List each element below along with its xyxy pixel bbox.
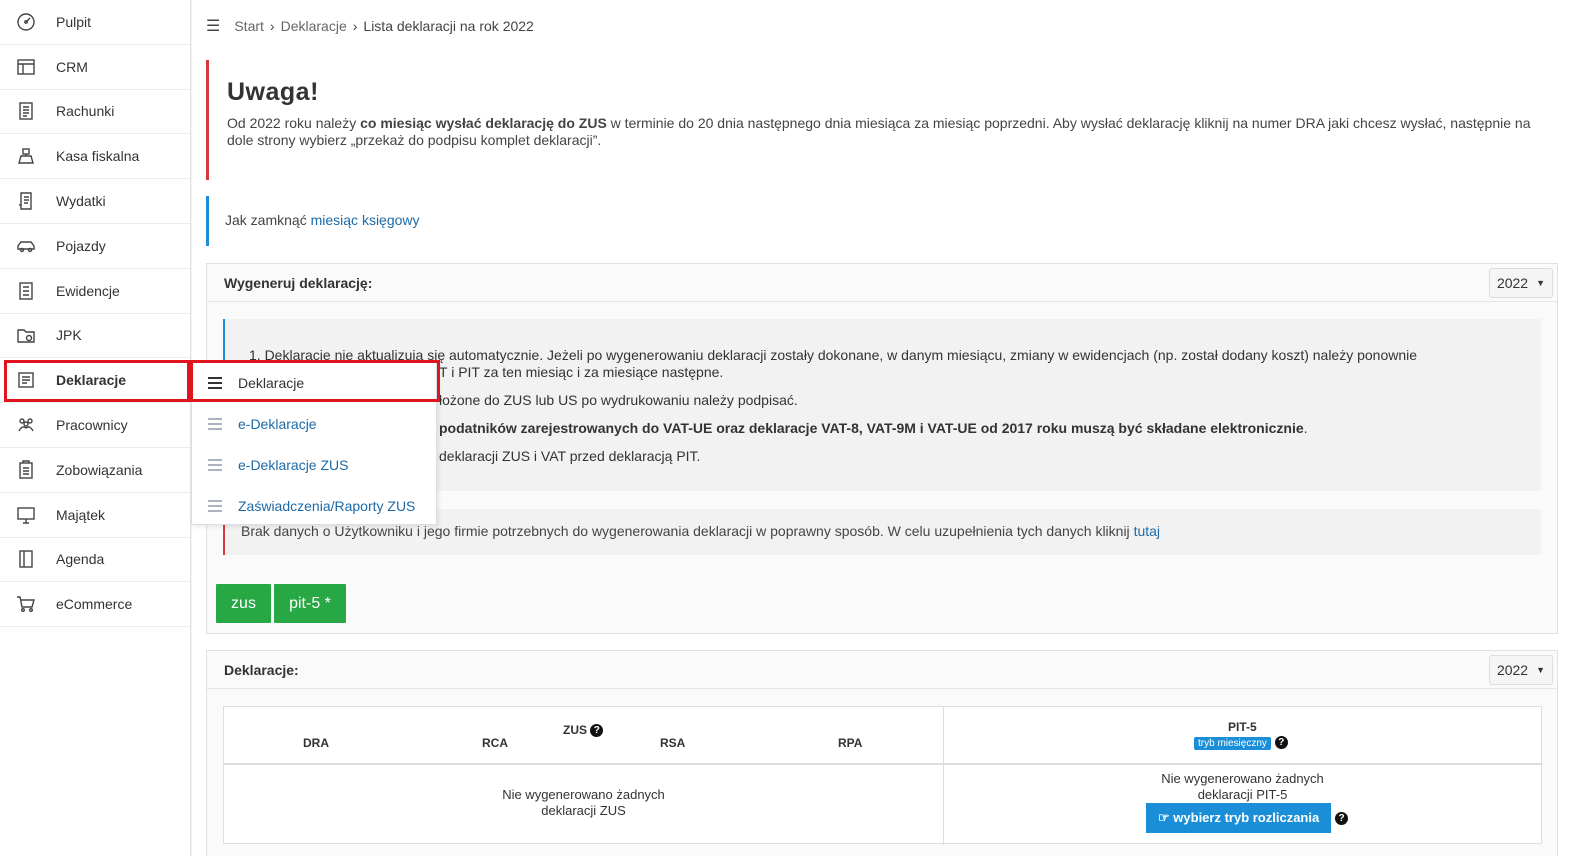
zus-header: ZUS ? bbox=[563, 723, 604, 738]
sidebar-item-label: Pulpit bbox=[56, 13, 92, 30]
sidebar-item-label: Pojazdy bbox=[56, 237, 106, 254]
note-1-continued: T i PIT za ten miesiąc i za miesiące nas… bbox=[439, 364, 724, 380]
sidebar-item-pulpit[interactable]: Pulpit bbox=[0, 0, 190, 45]
people-icon bbox=[0, 415, 52, 435]
caret-down-icon: ▼ bbox=[1536, 277, 1546, 288]
col-rpa: RPA bbox=[838, 736, 863, 750]
sidebar-item-label: CRM bbox=[56, 58, 88, 75]
declarations-table: ZUS ? DRA RCA RSA RPA PIT-5 tryb miesięc… bbox=[223, 706, 1542, 845]
sidebar-item-wydatki[interactable]: Wydatki bbox=[0, 179, 190, 224]
zus-empty-text: Nie wygenerowano żadnych deklaracji ZUS bbox=[502, 787, 665, 818]
warning-alert: Uwaga! Od 2022 roku należy co miesiąc wy… bbox=[206, 60, 1558, 180]
crm-icon bbox=[0, 57, 52, 77]
folder-icon bbox=[0, 325, 52, 345]
pit5-mode: tryb miesięczny ? bbox=[1194, 733, 1288, 750]
sidebar: Pulpit CRM Rachunki Kasa fiskalna Wydatk… bbox=[0, 0, 191, 856]
breadcrumb-current: Lista deklaracji na rok 2022 bbox=[363, 18, 534, 34]
cash-register-icon bbox=[0, 146, 52, 166]
help-icon[interactable]: ? bbox=[1274, 735, 1288, 749]
menu-toggle-icon[interactable]: ☰ bbox=[206, 16, 220, 36]
warning-title: Uwaga! bbox=[227, 78, 319, 106]
warning-text: Od 2022 roku należy co miesiąc wysłać de… bbox=[227, 115, 1531, 148]
year-dropdown[interactable]: 2022 ▼ bbox=[1489, 267, 1553, 298]
month-close-link[interactable]: miesiąc księgowy bbox=[311, 212, 420, 228]
submenu-item-e-deklaracje[interactable]: e-Deklaracje bbox=[192, 403, 436, 444]
declarations-year-dropdown[interactable]: 2022 ▼ bbox=[1489, 654, 1553, 685]
list-icon bbox=[208, 497, 222, 515]
sidebar-item-label: eCommerce bbox=[56, 596, 133, 613]
choose-settlement-mode-button[interactable]: ☞ wybierz tryb rozliczania bbox=[1146, 803, 1332, 833]
monthly-mode-badge: tryb miesięczny bbox=[1194, 737, 1271, 750]
info-alert: Jak zamknąć miesiąc księgowy bbox=[206, 196, 1558, 246]
fill-data-link[interactable]: tutaj bbox=[1134, 523, 1160, 539]
sidebar-item-ecommerce[interactable]: eCommerce bbox=[0, 582, 190, 628]
note-4: deklaracji ZUS i VAT przed deklaracją PI… bbox=[439, 448, 701, 464]
generate-panel-title: Wygeneruj deklarację: bbox=[224, 274, 373, 291]
breadcrumb-item-deklaracje[interactable]: Deklaracje bbox=[281, 18, 347, 34]
liabilities-icon bbox=[0, 460, 52, 480]
sidebar-item-kasa-fiskalna[interactable]: Kasa fiskalna bbox=[0, 134, 190, 180]
cart-icon bbox=[0, 594, 52, 614]
sidebar-item-pojazdy[interactable]: Pojazdy bbox=[0, 224, 190, 269]
agenda-icon bbox=[0, 549, 52, 569]
records-icon bbox=[0, 281, 52, 301]
sidebar-item-crm[interactable]: CRM bbox=[0, 45, 190, 90]
invoice-icon bbox=[0, 101, 52, 121]
sidebar-item-label: Agenda bbox=[56, 551, 105, 568]
sidebar-item-label: Zobowiązania bbox=[56, 461, 143, 478]
col-rca: RCA bbox=[482, 736, 508, 750]
declarations-submenu: Deklaracje e-Deklaracje e-Deklaracje ZUS… bbox=[191, 361, 437, 525]
dashboard-icon bbox=[0, 12, 52, 32]
hand-pointer-icon: ☞ bbox=[1158, 810, 1170, 825]
sidebar-item-label: Pracownicy bbox=[56, 417, 128, 434]
generate-zus-button[interactable]: zus bbox=[216, 584, 271, 623]
submenu-item-zaswiadczenia[interactable]: Zaświadczenia/Raporty ZUS bbox=[192, 485, 436, 526]
sidebar-item-label: Kasa fiskalna bbox=[56, 148, 140, 165]
sidebar-item-pracownicy[interactable]: Pracownicy bbox=[0, 403, 190, 448]
col-rsa: RSA bbox=[660, 736, 686, 750]
sidebar-item-agenda[interactable]: Agenda bbox=[0, 538, 190, 583]
breadcrumb-separator-icon: › bbox=[269, 18, 275, 34]
car-icon bbox=[0, 236, 52, 256]
breadcrumb-item-start[interactable]: Start bbox=[234, 18, 264, 34]
declarations-panel-title: Deklaracje: bbox=[224, 661, 299, 678]
declarations-icon bbox=[0, 370, 52, 390]
sidebar-item-label: Rachunki bbox=[56, 103, 115, 120]
sidebar-item-rachunki[interactable]: Rachunki bbox=[0, 90, 190, 135]
note-2: łożone do ZUS lub US po wydrukowaniu nal… bbox=[439, 392, 798, 408]
caret-down-icon: ▼ bbox=[1536, 664, 1546, 675]
receipt-icon bbox=[0, 191, 52, 211]
generate-pit5-button[interactable]: pit-5 * bbox=[274, 584, 346, 623]
sidebar-item-label: Ewidencje bbox=[56, 282, 120, 299]
sidebar-item-majatek[interactable]: Majątek bbox=[0, 493, 190, 538]
help-icon[interactable]: ? bbox=[590, 724, 604, 738]
sidebar-item-zobowiazania[interactable]: Zobowiązania bbox=[0, 448, 190, 493]
sidebar-item-deklaracje[interactable]: Deklaracje bbox=[0, 358, 190, 404]
note-3: podatników zarejestrowanych do VAT-UE or… bbox=[439, 420, 1308, 436]
sidebar-item-label: Majątek bbox=[56, 506, 106, 523]
submenu-item-deklaracje[interactable]: Deklaracje bbox=[192, 362, 436, 403]
sidebar-item-ewidencje[interactable]: Ewidencje bbox=[0, 269, 190, 314]
col-dra: DRA bbox=[303, 736, 329, 750]
breadcrumb: ☰ Start › Deklaracje › Lista deklaracji … bbox=[192, 0, 1576, 52]
pit5-empty-text: Nie wygenerowano żadnych deklaracji PIT-5 bbox=[1161, 771, 1324, 802]
list-icon bbox=[208, 415, 222, 433]
breadcrumb-separator-icon: › bbox=[352, 18, 358, 34]
generate-panel-header: Wygeneruj deklarację: 2022 ▼ bbox=[207, 264, 1557, 302]
submenu-item-e-deklaracje-zus[interactable]: e-Deklaracje ZUS bbox=[192, 444, 436, 485]
info-text: Jak zamknąć bbox=[225, 212, 311, 228]
pit5-mode-action: ☞ wybierz tryb rozliczania ? bbox=[1146, 803, 1349, 833]
sidebar-item-label: Deklaracje bbox=[56, 372, 127, 389]
list-icon bbox=[208, 374, 222, 392]
declarations-panel: Deklaracje: 2022 ▼ ZUS ? DRA RCA RSA RPA … bbox=[206, 650, 1558, 856]
sidebar-item-jpk[interactable]: JPK bbox=[0, 314, 190, 359]
sidebar-item-label: Wydatki bbox=[56, 193, 106, 210]
sidebar-item-label: JPK bbox=[56, 327, 82, 344]
monitor-icon bbox=[0, 505, 52, 525]
pit5-header: PIT-5 bbox=[1228, 720, 1257, 734]
declarations-panel-header: Deklaracje: 2022 ▼ bbox=[207, 651, 1557, 689]
list-icon bbox=[208, 456, 222, 474]
help-icon[interactable]: ? bbox=[1335, 811, 1349, 825]
